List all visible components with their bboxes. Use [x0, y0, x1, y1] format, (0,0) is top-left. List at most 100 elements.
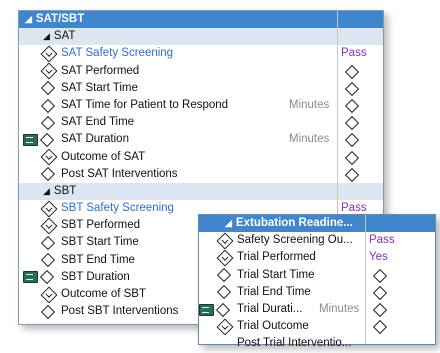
row-label: SAT Duration	[61, 133, 129, 146]
row-label: SAT Start Time	[61, 81, 138, 94]
document-icon[interactable]	[23, 271, 38, 284]
value-diamond-icon[interactable]	[372, 268, 388, 283]
row-label: SBT Safety Screening	[61, 202, 174, 215]
section-title: SAT	[53, 30, 76, 43]
row-label: Outcome of SBT	[61, 288, 147, 300]
row-icons	[216, 267, 232, 284]
diamond-arrow-icon	[216, 249, 234, 267]
diamond-icon	[39, 270, 55, 285]
row-trial-start-time[interactable]: Trial Start Time	[199, 267, 435, 284]
diamond-icon	[40, 253, 56, 268]
row-label: SAT End Time	[61, 116, 135, 129]
row-label: Trial Performed	[237, 251, 316, 264]
row-icons	[40, 80, 56, 97]
row-label: Post SBT Interventions	[61, 305, 179, 318]
row-sat-time-for-patient-to-respond[interactable]: SAT Time for Patient to Respond Minutes	[19, 97, 383, 114]
collapse-triangle-icon[interactable]: ◢	[43, 28, 50, 45]
row-icons	[40, 217, 58, 235]
row-label: SBT Start Time	[61, 236, 139, 249]
value-diamond-icon[interactable]	[344, 167, 360, 182]
row-label: SAT Performed	[61, 64, 140, 77]
panel-title: SAT/SBT	[35, 13, 85, 25]
extubation-readiness-panel: ◢ Extubation Readine... Safety Screening O…	[198, 214, 436, 349]
value-diamond-icon[interactable]	[344, 133, 360, 148]
row-sat-duration[interactable]: SAT Duration Minutes	[19, 131, 383, 148]
row-icons	[40, 234, 56, 251]
row-label: SBT End Time	[61, 253, 135, 266]
row-trial-end-time[interactable]: Trial End Time	[199, 284, 435, 301]
row-value[interactable]: Pass	[341, 45, 367, 62]
value-diamond-icon[interactable]	[372, 302, 388, 318]
document-icon[interactable]	[23, 133, 38, 146]
value-diamond-icon[interactable]	[344, 98, 360, 114]
diamond-arrow-icon	[40, 45, 58, 63]
panel-header[interactable]: ◢ SAT/SBT	[19, 11, 383, 29]
value-diamond-icon[interactable]	[372, 285, 388, 300]
row-icons	[216, 232, 234, 250]
diamond-icon	[216, 268, 232, 283]
row-icons	[216, 318, 234, 336]
row-icons	[40, 45, 58, 63]
collapse-triangle-icon[interactable]: ◢	[25, 11, 32, 28]
diamond-icon	[216, 285, 232, 300]
collapse-triangle-icon[interactable]: ◢	[225, 215, 232, 232]
diamond-arrow-icon	[40, 148, 58, 166]
unit-label: Minutes	[289, 133, 330, 146]
value-diamond-icon[interactable]	[344, 116, 360, 131]
collapse-triangle-icon[interactable]: ◢	[43, 183, 50, 200]
row-trial-outcome[interactable]: Trial Outcome	[199, 318, 435, 336]
row-label: Outcome of SAT	[61, 150, 146, 163]
diamond-icon	[40, 115, 56, 130]
diamond-arrow-icon	[40, 286, 58, 304]
row-sat-safety-screening[interactable]: SAT Safety Screening Pass	[19, 45, 383, 63]
row-value[interactable]: Pass	[369, 232, 395, 249]
diamond-icon	[40, 81, 56, 96]
row-value[interactable]: Yes	[369, 249, 388, 266]
diamond-arrow-icon	[40, 62, 58, 80]
row-sat-performed[interactable]: SAT Performed	[19, 62, 383, 80]
row-post-sat-interventions[interactable]: Post SAT Interventions	[19, 166, 383, 183]
row-post-trial-interventio[interactable]: Post Trial Interventio...	[199, 335, 435, 352]
diamond-arrow-icon	[40, 200, 58, 218]
row-label: SBT Performed	[61, 219, 141, 232]
row-icons	[23, 269, 55, 286]
row-label: SBT Duration	[61, 270, 130, 283]
row-icons	[40, 200, 58, 218]
popup-value-divider	[365, 215, 366, 344]
row-trial-performed[interactable]: Trial Performed Yes	[199, 249, 435, 267]
row-trial-durati[interactable]: Trial Durati... Minutes	[199, 301, 435, 318]
row-sat-start-time[interactable]: SAT Start Time	[19, 80, 383, 97]
row-label: Trial End Time	[237, 285, 311, 298]
row-outcome-of-sat[interactable]: Outcome of SAT	[19, 148, 383, 166]
popup-title: Extubation Readine...	[235, 217, 353, 229]
section-header-sat[interactable]: ◢ SAT	[19, 28, 383, 46]
diamond-icon	[40, 235, 56, 251]
value-diamond-icon[interactable]	[372, 320, 388, 335]
row-label: Post Trial Interventio...	[237, 337, 352, 350]
value-diamond-icon[interactable]	[344, 64, 360, 79]
diamond-icon	[40, 304, 56, 319]
diamond-arrow-icon	[216, 232, 234, 250]
diamond-icon	[40, 167, 56, 182]
row-icons	[40, 252, 56, 269]
row-label: Trial Start Time	[237, 268, 315, 281]
row-icons	[40, 62, 58, 80]
diamond-arrow-icon	[216, 318, 234, 336]
diamond-icon	[40, 98, 56, 113]
row-icons	[40, 166, 56, 183]
row-icons	[216, 284, 232, 301]
row-safety-screening-ou[interactable]: Safety Screening Ou... Pass	[199, 232, 435, 250]
row-label: SAT Safety Screening	[61, 47, 174, 60]
popup-header[interactable]: ◢ Extubation Readine...	[199, 215, 435, 233]
row-sat-end-time[interactable]: SAT End Time	[19, 114, 383, 131]
row-icons	[40, 97, 56, 114]
row-icons	[199, 301, 231, 318]
row-icons	[40, 303, 56, 320]
row-icons	[40, 148, 58, 166]
value-diamond-icon[interactable]	[344, 81, 360, 96]
diamond-arrow-icon	[40, 217, 58, 235]
section-header-sbt[interactable]: ◢ SBT	[19, 182, 383, 201]
document-icon[interactable]	[199, 303, 214, 316]
row-label: Trial Outcome	[237, 320, 309, 333]
value-diamond-icon[interactable]	[344, 150, 360, 165]
